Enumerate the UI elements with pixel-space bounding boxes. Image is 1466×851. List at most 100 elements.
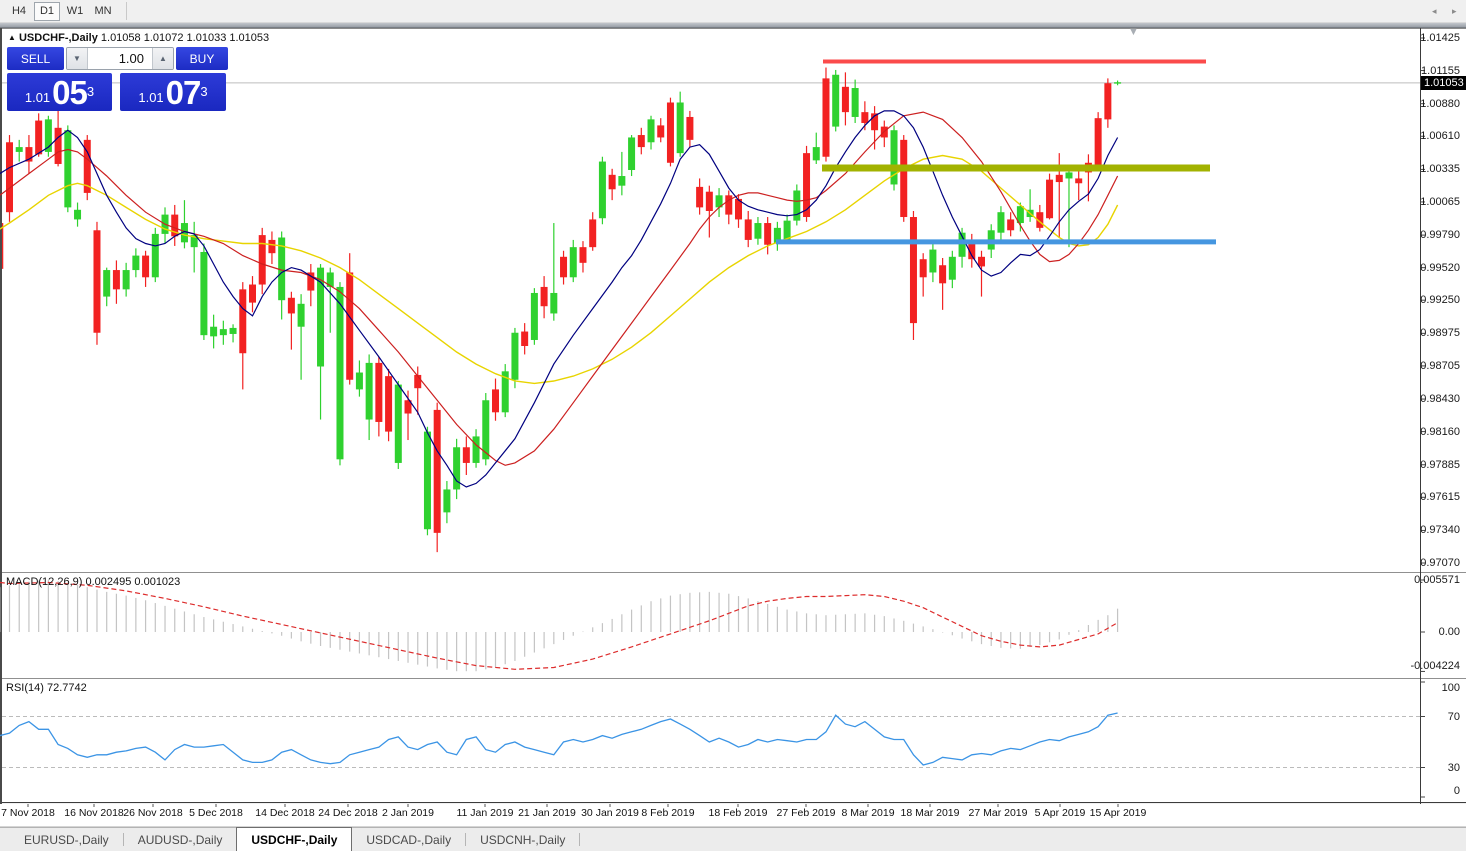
- time-axis-label: 27 Mar 2019: [969, 807, 1028, 819]
- macd-bar: [650, 601, 651, 632]
- macd-bar: [845, 614, 846, 632]
- timeframe-button-mn[interactable]: MN: [90, 2, 116, 21]
- price-tick-label: 1.01425: [1420, 32, 1460, 44]
- macd-bar: [456, 632, 457, 671]
- macd-bar: [67, 583, 68, 632]
- macd-bar: [320, 632, 321, 646]
- macd-bar: [398, 632, 399, 661]
- macd-bar: [223, 622, 224, 632]
- macd-bar: [961, 632, 962, 639]
- macd-bar: [631, 610, 632, 632]
- macd-bar: [699, 592, 700, 632]
- macd-bar: [670, 596, 671, 632]
- candle-body: [356, 373, 363, 390]
- rsi-line: [0, 713, 1118, 765]
- candle-body: [667, 102, 674, 162]
- candle-body: [288, 298, 295, 314]
- macd-bar: [641, 605, 642, 632]
- macd-bar: [28, 582, 29, 632]
- macd-bar: [378, 632, 379, 657]
- candle-body: [375, 363, 382, 422]
- tab-scroll-left-icon[interactable]: ◂: [1432, 6, 1437, 17]
- current-price-tag: 1.01053: [1421, 76, 1466, 90]
- macd-bar: [164, 606, 165, 632]
- chart-tab-audusd[interactable]: AUDUSD-,Daily: [124, 828, 237, 851]
- symbol-title: USDCHF-,Daily: [19, 32, 98, 44]
- macd-bar: [835, 615, 836, 632]
- chart-tab-usdchf[interactable]: USDCHF-,Daily: [236, 827, 352, 851]
- candle-body: [259, 235, 266, 284]
- macd-bar: [534, 632, 535, 653]
- macd-tick-label: 0.00: [1439, 626, 1460, 638]
- macd-bar: [271, 632, 272, 633]
- macd-bar: [291, 632, 292, 639]
- volume-increase-icon[interactable]: ▲: [152, 48, 173, 69]
- macd-signal-line: [0, 583, 1118, 670]
- price-tick-label: 1.00335: [1420, 163, 1460, 175]
- candle-body: [852, 88, 859, 117]
- macd-bar: [310, 632, 311, 644]
- buy-price-quote[interactable]: 1.01073: [120, 73, 226, 111]
- macd-bar: [213, 619, 214, 632]
- macd-bar: [573, 632, 574, 636]
- rsi-tick-label: 30: [1448, 762, 1460, 774]
- macd-bar: [359, 632, 360, 653]
- candle-body: [920, 259, 927, 277]
- sell-price-quote[interactable]: 1.01053: [7, 73, 112, 111]
- macd-bar: [1088, 625, 1089, 632]
- candle-body: [1075, 178, 1082, 183]
- candle-body: [599, 162, 606, 219]
- buy-button[interactable]: BUY: [176, 47, 228, 70]
- volume-decrease-icon[interactable]: ▼: [67, 48, 88, 69]
- timeframe-button-w1[interactable]: W1: [62, 2, 88, 21]
- one-click-trading-panel: SELL ▼ ▲ BUY 1.01053 1.01073: [7, 47, 228, 111]
- volume-input[interactable]: [88, 48, 152, 69]
- macd-bar: [777, 607, 778, 632]
- time-axis-label: 14 Dec 2018: [255, 807, 315, 819]
- candle-wick: [417, 366, 418, 414]
- price-tick-label: 0.97070: [1420, 557, 1460, 569]
- chart-canvas[interactable]: [0, 0, 1466, 851]
- macd-bar: [748, 598, 749, 632]
- tab-scroll-right-icon[interactable]: ▸: [1452, 6, 1457, 17]
- macd-bar: [544, 632, 545, 648]
- chart-tab-eurusd[interactable]: EURUSD-,Daily: [10, 828, 123, 851]
- macd-bar: [709, 592, 710, 632]
- candle-body: [560, 257, 567, 277]
- candle-body: [861, 112, 868, 123]
- candle-body: [511, 333, 518, 380]
- rsi-tick-label: 100: [1442, 682, 1460, 694]
- candle-wick: [621, 152, 622, 195]
- chart-tab-usdcnh[interactable]: USDCNH-,Daily: [466, 828, 579, 851]
- candle-body: [696, 187, 703, 207]
- candle-body: [210, 327, 217, 337]
- price-tick-label: 0.97885: [1420, 459, 1460, 471]
- price-tick-label: 0.98430: [1420, 393, 1460, 405]
- macd-bar: [262, 631, 263, 632]
- candle-body: [541, 287, 548, 306]
- candle-body: [813, 147, 820, 160]
- macd-bar: [689, 593, 690, 632]
- time-axis-label: 30 Jan 2019: [581, 807, 639, 819]
- price-tick-label: 0.98705: [1420, 360, 1460, 372]
- candle-body: [346, 272, 353, 379]
- rsi-tick-label: 0: [1454, 785, 1460, 797]
- chart-tab-usdcad[interactable]: USDCAD-,Daily: [352, 828, 465, 851]
- timeframe-button-d1[interactable]: D1: [34, 2, 60, 21]
- macd-bar: [602, 623, 603, 632]
- candle-body: [1095, 118, 1102, 166]
- timeframe-button-h4[interactable]: H4: [6, 2, 32, 21]
- macd-histogram: [0, 580, 1118, 671]
- macd-bar: [407, 632, 408, 663]
- candle-body: [628, 137, 635, 170]
- macd-bar: [942, 632, 943, 633]
- macd-bar: [96, 590, 97, 632]
- sell-price-prefix: 1.01: [25, 88, 50, 108]
- candle-body: [434, 410, 441, 533]
- collapse-panel-icon[interactable]: ▲: [8, 33, 16, 42]
- toolbar-separator: [126, 2, 127, 20]
- candle-body: [336, 287, 343, 459]
- sell-button[interactable]: SELL: [7, 47, 64, 70]
- rsi-tick-label: 70: [1448, 711, 1460, 723]
- candle-body: [463, 447, 470, 463]
